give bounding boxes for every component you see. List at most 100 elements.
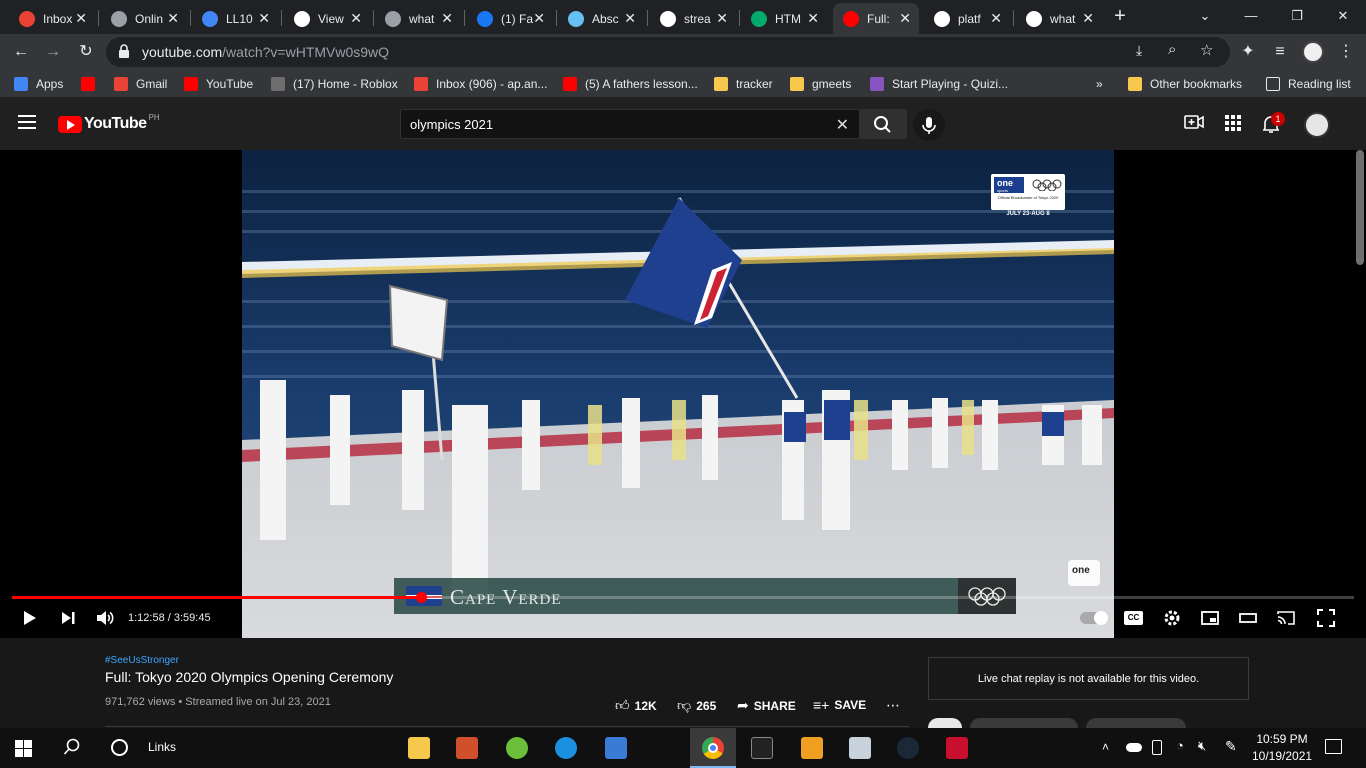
address-bar[interactable]: youtube.com/watch?v=wHTMVw0s9wQ ⤓ ⌕ ☆: [106, 37, 1230, 67]
snipping-tool-icon[interactable]: [605, 737, 627, 759]
like-button[interactable]: 👍︎ 12K: [615, 697, 657, 714]
miniplayer-button[interactable]: [1200, 608, 1220, 632]
volume-button[interactable]: [94, 608, 116, 632]
browser-tab[interactable]: platf ✕: [924, 3, 1010, 34]
app-icon[interactable]: [456, 737, 478, 759]
bookmark-item[interactable]: Apps: [14, 76, 63, 92]
profile-avatar[interactable]: [1302, 41, 1324, 63]
bookmark-item[interactable]: gmeets: [790, 76, 851, 92]
epic-games-icon[interactable]: [751, 737, 773, 759]
close-tab-icon[interactable]: ✕: [716, 11, 728, 25]
browser-tab[interactable]: Full: ✕: [833, 3, 919, 34]
bookmark-item[interactable]: [81, 76, 103, 92]
bookmark-item[interactable]: (5) A fathers lesson...: [563, 76, 698, 92]
close-tab-icon[interactable]: ✕: [258, 11, 270, 25]
share-button[interactable]: ➦ SHARE: [737, 697, 796, 714]
avatar[interactable]: [1304, 112, 1330, 138]
next-video-button[interactable]: [57, 608, 79, 632]
steam-icon[interactable]: [897, 737, 919, 759]
reading-list-button[interactable]: Reading list: [1266, 76, 1351, 92]
more-actions-button[interactable]: ⋯: [886, 697, 905, 714]
minimize-button[interactable]: —: [1236, 6, 1266, 26]
bookmark-item[interactable]: YouTube: [184, 76, 253, 92]
close-tab-icon[interactable]: ✕: [1082, 11, 1094, 25]
search-query-text[interactable]: olympics 2021: [410, 117, 493, 132]
video-hashtag[interactable]: #SeeUsStronger: [105, 655, 179, 666]
page-scrollbar-thumb[interactable]: [1356, 150, 1364, 265]
taskbar-chrome-active[interactable]: [690, 728, 736, 768]
windows-start-icon[interactable]: [15, 740, 32, 757]
close-tab-icon[interactable]: ✕: [624, 11, 636, 25]
browser-tab[interactable]: View ✕: [284, 3, 370, 34]
bookmark-item[interactable]: (17) Home - Roblox: [271, 76, 398, 92]
tray-overflow-chevron-icon[interactable]: ˄: [1102, 740, 1109, 754]
dislike-button[interactable]: 👎︎ 265: [677, 697, 716, 714]
close-tab-icon[interactable]: ✕: [441, 11, 453, 25]
bookmark-item[interactable]: Inbox (906) - ap.an...: [414, 76, 547, 92]
forward-arrow-icon[interactable]: →: [43, 42, 63, 62]
bookmarks-overflow-button[interactable]: »: [1096, 76, 1103, 92]
battery-icon[interactable]: [1152, 740, 1162, 755]
install-app-icon[interactable]: ⤓: [1136, 42, 1142, 59]
voice-search-button[interactable]: [913, 109, 945, 141]
browser-tab[interactable]: Onlin ✕: [101, 3, 187, 34]
new-tab-button[interactable]: +: [1110, 6, 1130, 27]
volume-muted-icon[interactable]: 🔇︎: [1198, 738, 1206, 754]
fullscreen-button[interactable]: [1316, 608, 1336, 632]
filter-chip[interactable]: [1086, 718, 1186, 728]
reload-icon[interactable]: ↻: [76, 42, 96, 62]
bookmark-item[interactable]: tracker: [714, 76, 773, 92]
filter-chip[interactable]: [970, 718, 1078, 728]
video-player[interactable]: one sports Official Broadcaster of Tokyo…: [0, 150, 1366, 638]
cortana-icon[interactable]: [111, 739, 128, 756]
taskbar-links-label[interactable]: Links: [148, 740, 176, 754]
zoom-icon[interactable]: ⌕: [1168, 41, 1176, 58]
browser-tab[interactable]: (1) Fa ✕: [467, 3, 553, 34]
lock-icon[interactable]: [118, 44, 130, 58]
file-explorer-icon[interactable]: [408, 737, 430, 759]
clear-search-icon[interactable]: ✕: [836, 115, 849, 135]
utorrent-icon[interactable]: [506, 737, 528, 759]
extensions-icon[interactable]: ✦: [1238, 42, 1258, 62]
progress-scrubber-handle[interactable]: [416, 592, 427, 603]
close-tab-icon[interactable]: ✕: [990, 11, 1002, 25]
search-input[interactable]: olympics 2021 ✕: [400, 109, 860, 139]
cast-button[interactable]: [1276, 608, 1296, 632]
video-frame[interactable]: one sports Official Broadcaster of Tokyo…: [242, 150, 1114, 638]
youtube-logo[interactable]: YouTube PH: [58, 113, 160, 133]
subtitles-button[interactable]: CC: [1124, 611, 1143, 625]
browser-tab[interactable]: Absc ✕: [558, 3, 644, 34]
tab-search-icon[interactable]: ⌄: [1190, 6, 1220, 26]
cctv-app-icon[interactable]: [801, 737, 823, 759]
theater-mode-button[interactable]: [1238, 608, 1258, 632]
browser-tab[interactable]: strea ✕: [650, 3, 736, 34]
filter-chip-all[interactable]: [928, 718, 962, 728]
restore-button[interactable]: ❐: [1282, 6, 1312, 26]
apps-grid-icon[interactable]: [1225, 115, 1241, 131]
search-icon[interactable]: [63, 738, 81, 756]
play-button[interactable]: [18, 608, 40, 632]
clock[interactable]: 10:59 PM 10/19/2021: [1252, 731, 1312, 765]
close-tab-icon[interactable]: ✕: [75, 11, 87, 25]
media-control-icon[interactable]: ≡: [1270, 42, 1290, 62]
notification-center-icon[interactable]: [1325, 739, 1342, 754]
uplay-icon[interactable]: [555, 737, 577, 759]
bookmark-item[interactable]: Start Playing - Quizi...: [870, 76, 1008, 92]
settings-button[interactable]: [1162, 608, 1182, 632]
save-button[interactable]: ≡+ SAVE: [813, 697, 866, 713]
close-tab-icon[interactable]: ✕: [807, 11, 819, 25]
url-text[interactable]: youtube.com/watch?v=wHTMVw0s9wQ: [142, 44, 389, 60]
close-tab-icon[interactable]: ✕: [899, 11, 911, 25]
close-tab-icon[interactable]: ✕: [533, 11, 545, 25]
chrome-menu-icon[interactable]: ⋮: [1336, 42, 1356, 62]
autoplay-toggle[interactable]: [1080, 611, 1108, 625]
close-tab-icon[interactable]: ✕: [167, 11, 179, 25]
mcafee-icon[interactable]: [946, 737, 968, 759]
browser-tab[interactable]: what ✕: [1016, 3, 1102, 34]
browser-tab[interactable]: Inbox ✕: [9, 3, 95, 34]
onedrive-cloud-icon[interactable]: [1126, 743, 1142, 752]
other-bookmarks-folder[interactable]: Other bookmarks: [1128, 76, 1242, 92]
hamburger-menu-icon[interactable]: [18, 115, 36, 129]
browser-tab[interactable]: what ✕: [375, 3, 461, 34]
close-tab-icon[interactable]: ✕: [350, 11, 362, 25]
